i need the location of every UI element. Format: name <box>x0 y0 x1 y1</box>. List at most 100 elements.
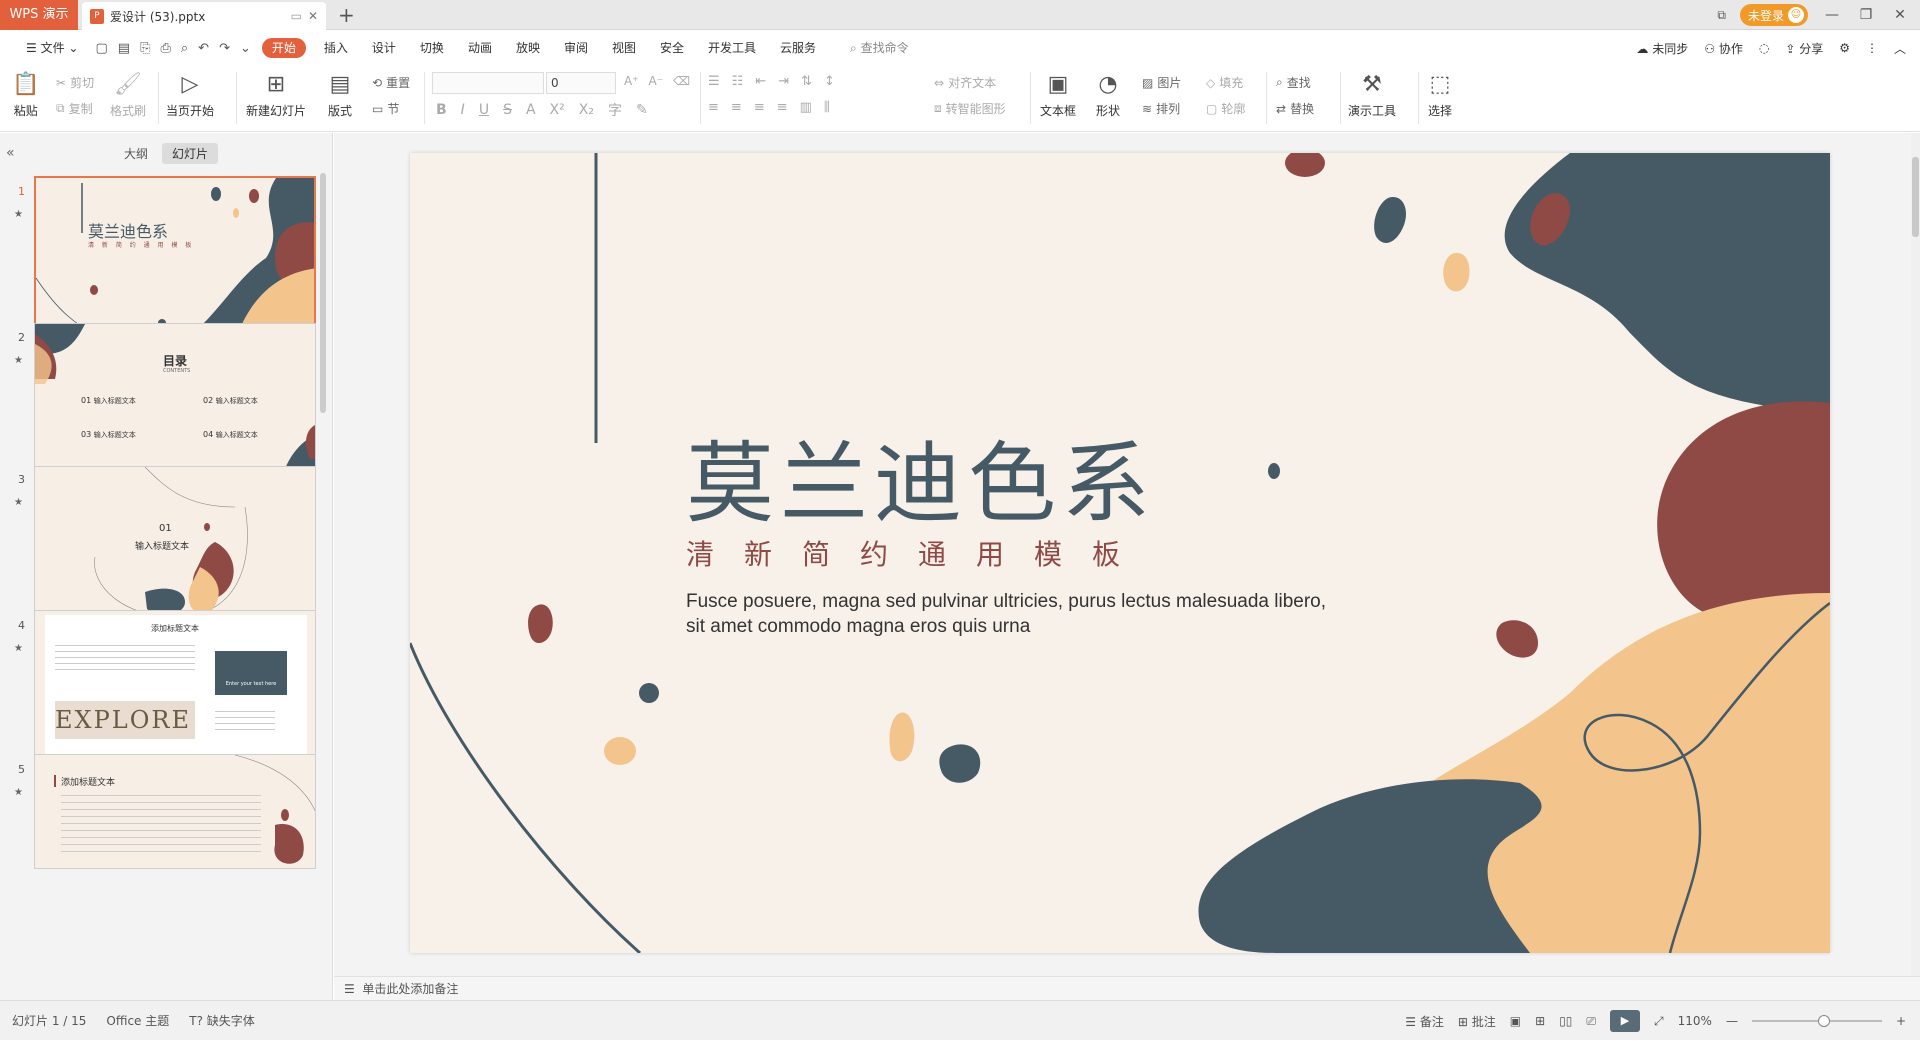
undo-icon[interactable]: ↶ <box>193 41 214 56</box>
align-left-icon[interactable]: ≡ <box>708 100 719 115</box>
tab-slides[interactable]: 幻灯片 <box>162 142 219 164</box>
zoom-out-icon[interactable]: — <box>1726 1014 1738 1028</box>
tab-security[interactable]: 安全 <box>648 31 696 65</box>
command-search[interactable]: ⌕ 查找命令 <box>838 31 921 65</box>
preview-icon[interactable]: ⌕ <box>176 41 193 56</box>
align-text-button[interactable]: ⇔ 对齐文本 <box>934 74 996 91</box>
highlight-icon[interactable]: ✎ <box>636 102 648 118</box>
play-slideshow-icon[interactable]: ▶ <box>1610 1010 1641 1032</box>
superscript-icon[interactable]: X² <box>550 102 565 118</box>
layout-icon[interactable]: ⧉ <box>1717 8 1726 23</box>
select-button[interactable]: ⬚ 选择 <box>1428 70 1452 119</box>
scroll-thumb[interactable] <box>1912 157 1919 237</box>
layout-button[interactable]: ▤ 版式 <box>328 70 352 119</box>
picture-button[interactable]: ▨ 图片 <box>1142 74 1181 91</box>
copy-button[interactable]: ⧉ 复制 <box>56 100 93 117</box>
replace-button[interactable]: ⇄ 替换 <box>1276 100 1314 117</box>
customize-icon[interactable]: ⌄ <box>235 41 256 56</box>
more-icon[interactable]: ⋮ <box>1866 41 1878 55</box>
font-color-icon[interactable]: A <box>526 102 536 118</box>
grow-font-icon[interactable]: A⁺ <box>624 74 639 88</box>
maximize-icon[interactable]: ❐ <box>1856 7 1876 23</box>
collapse-panel-icon[interactable]: « <box>6 145 15 161</box>
reading-view-icon[interactable]: ▯▯ <box>1559 1014 1572 1028</box>
slide-thumbnail-2[interactable]: 目录 CONTENTS 01 输入标题文本 02 输入标题文本 03 输入标题文… <box>34 323 316 483</box>
tools-button[interactable]: ⚒ 演示工具 <box>1348 70 1396 119</box>
outdent-icon[interactable]: ⇤ <box>755 74 766 89</box>
file-menu[interactable]: ☰ 文件 ⌄ <box>14 31 90 65</box>
tab-slideshow[interactable]: 放映 <box>504 31 552 65</box>
tab-review[interactable]: 审阅 <box>552 31 600 65</box>
indent-icon[interactable]: ⇥ <box>778 74 789 89</box>
smart-art-button[interactable]: ⧈ 转智能图形 <box>934 100 1006 117</box>
login-button[interactable]: 未登录 ☺ <box>1739 4 1808 26</box>
find-button[interactable]: ⌕ 查找 <box>1276 74 1311 91</box>
numbering-icon[interactable]: ☷ <box>732 74 744 89</box>
tab-outline[interactable]: 大纲 <box>114 143 158 164</box>
cut-button[interactable]: ✂ 剪切 <box>56 74 94 91</box>
sync-status[interactable]: ☁ 未同步 <box>1636 40 1688 57</box>
normal-view-icon[interactable]: ▣ <box>1510 1014 1521 1028</box>
distribute-icon[interactable]: ▥ <box>800 100 812 115</box>
section-button[interactable]: ▭ 节 <box>372 100 399 117</box>
close-tab-icon[interactable]: ✕ <box>308 9 318 23</box>
subscript-icon[interactable]: X₂ <box>579 102 594 118</box>
print-icon[interactable]: ⎙ <box>155 41 175 56</box>
paste-button[interactable]: 📋 粘贴 <box>12 70 39 119</box>
zoom-knob[interactable] <box>1817 1015 1830 1027</box>
tab-transition[interactable]: 切换 <box>408 31 456 65</box>
tab-animation[interactable]: 动画 <box>456 31 504 65</box>
zoom-slider[interactable] <box>1751 1015 1882 1027</box>
zoom-in-icon[interactable]: + <box>1896 1014 1906 1028</box>
missing-font-button[interactable]: T? 缺失字体 <box>189 1012 255 1029</box>
text-effect-icon[interactable]: 字 <box>608 100 622 120</box>
slide-editor[interactable]: 莫兰迪色系 清新简约通用模板 Fusce posuere, magna sed … <box>410 153 1830 953</box>
fill-button[interactable]: ◇ 填充 <box>1206 74 1243 91</box>
document-tab[interactable]: P 爱设计 (53).pptx ▭ ✕ <box>82 2 326 30</box>
italic-icon[interactable]: I <box>461 102 465 118</box>
start-show-button[interactable]: ▷ 当页开始 <box>166 70 214 119</box>
share-button[interactable]: ⇪ 分享 <box>1785 40 1823 57</box>
close-icon[interactable]: ✕ <box>1890 7 1910 23</box>
slide-subtitle[interactable]: 清新简约通用模板 <box>686 533 1150 573</box>
minimize-icon[interactable]: — <box>1822 7 1842 23</box>
pin-icon[interactable]: ▭ <box>291 9 302 23</box>
sorter-view-icon[interactable]: ⊞ <box>1535 1014 1545 1028</box>
slide-thumbnail-1[interactable]: 莫兰迪色系 清 新 简 约 通 用 模 板 <box>34 176 316 336</box>
canvas-scrollbar[interactable] <box>1911 133 1920 976</box>
new-slide-button[interactable]: ⊞ 新建幻灯片 <box>246 70 306 119</box>
redo-icon[interactable]: ↷ <box>214 41 235 56</box>
collaborate-button[interactable]: ⚇ 协作 <box>1704 40 1743 57</box>
tab-developer[interactable]: 开发工具 <box>696 31 768 65</box>
slide-thumbnail-4[interactable]: 添加标题文本 Enter your text here EXPLORE <box>34 610 316 770</box>
columns-icon[interactable]: ⫼ <box>824 100 830 115</box>
shrink-font-icon[interactable]: A⁻ <box>649 74 664 88</box>
line-spacing-icon[interactable]: ↕ <box>824 74 835 89</box>
underline-icon[interactable]: U <box>479 102 489 118</box>
notes-pane[interactable]: ☰ 单击此处添加备注 <box>334 976 1920 1000</box>
align-right-icon[interactable]: ≡ <box>754 100 765 115</box>
export-icon[interactable]: ⎘ <box>135 41 155 56</box>
tab-home[interactable]: 开始 <box>261 38 306 58</box>
justify-icon[interactable]: ≡ <box>777 100 788 115</box>
zoom-level[interactable]: 110% <box>1678 1014 1712 1028</box>
outline-button[interactable]: ▢ 轮廓 <box>1206 100 1245 117</box>
align-center-icon[interactable]: ≡ <box>731 100 742 115</box>
settings-icon[interactable]: ⚙ <box>1839 41 1850 55</box>
save-icon[interactable]: ▤ <box>113 41 135 56</box>
shape-button[interactable]: ◔ 形状 <box>1096 70 1120 119</box>
collapse-ribbon-icon[interactable]: ︿ <box>1894 40 1906 57</box>
text-direction-icon[interactable]: ⇅ <box>801 74 812 89</box>
tab-design[interactable]: 设计 <box>360 31 408 65</box>
font-size-select[interactable]: 0 <box>546 72 616 94</box>
arrange-button[interactable]: ≋ 排列 <box>1142 100 1180 117</box>
fit-icon[interactable]: ⤢ <box>1654 1014 1664 1029</box>
slide-body-text[interactable]: Fusce posuere, magna sed pulvinar ultric… <box>686 589 1326 639</box>
strikethrough-icon[interactable]: S <box>503 102 512 118</box>
bold-icon[interactable]: B <box>436 102 447 118</box>
reset-button[interactable]: ⟲ 重置 <box>372 74 410 91</box>
bullets-icon[interactable]: ☰ <box>708 74 720 89</box>
format-painter-button[interactable]: 🖌 格式刷 <box>110 70 146 119</box>
font-name-select[interactable] <box>432 72 544 94</box>
open-icon[interactable]: ▢ <box>90 41 112 56</box>
